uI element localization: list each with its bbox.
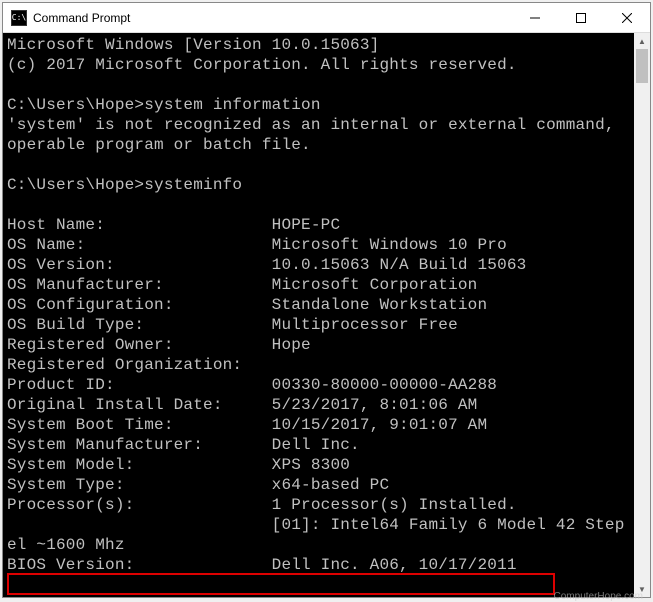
- minimize-button[interactable]: [512, 3, 558, 32]
- vertical-scrollbar[interactable]: ▲ ▼: [634, 33, 650, 597]
- watermark: ComputerHope.com: [554, 591, 643, 602]
- scroll-track[interactable]: [634, 49, 650, 581]
- cmd-icon: C:\: [11, 10, 27, 26]
- command-prompt-window: C:\ Command Prompt Microsoft Windows [Ve…: [2, 2, 651, 598]
- close-button[interactable]: [604, 3, 650, 32]
- scroll-up-button[interactable]: ▲: [634, 33, 650, 49]
- terminal-output[interactable]: Microsoft Windows [Version 10.0.15063] (…: [3, 33, 634, 597]
- scroll-thumb[interactable]: [636, 49, 648, 83]
- titlebar[interactable]: C:\ Command Prompt: [3, 3, 650, 33]
- window-controls: [512, 3, 650, 32]
- maximize-button[interactable]: [558, 3, 604, 32]
- terminal-area: Microsoft Windows [Version 10.0.15063] (…: [3, 33, 650, 597]
- window-title: Command Prompt: [33, 11, 512, 25]
